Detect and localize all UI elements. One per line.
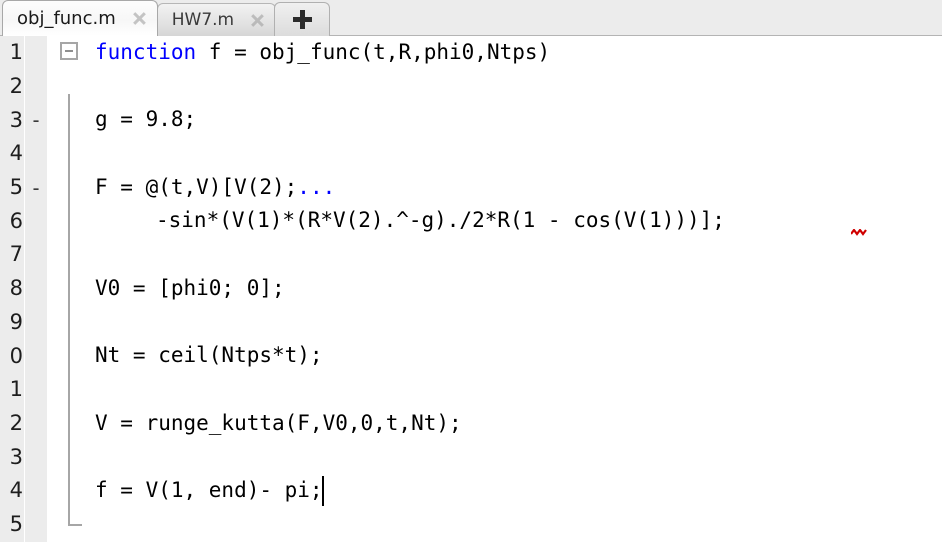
code-text: F = @(t,V)[V(2); (95, 174, 298, 199)
line-number: 3 (9, 107, 23, 132)
code-text: f = obj_func(t,R,phi0,Ntps) (196, 40, 551, 64)
matlab-editor-window: obj_func.m HW7.m 123456789012345 -- func… (0, 0, 942, 542)
close-icon[interactable] (132, 11, 147, 26)
execution-mark-row (25, 407, 47, 441)
tab-label: obj_func.m (17, 8, 116, 29)
line-number-row: 2 (0, 407, 24, 441)
code-line[interactable] (47, 440, 942, 474)
code-line[interactable]: V0 = [phi0; 0]; (47, 272, 942, 306)
line-number-row: 1 (0, 36, 24, 70)
code-text: f = V(1, end)- pi; (95, 477, 323, 502)
line-number-row: 4 (0, 137, 24, 171)
code-line[interactable] (47, 238, 942, 272)
code-line[interactable] (47, 306, 942, 340)
code-line[interactable]: Nt = ceil(Ntps*t); (47, 339, 942, 373)
line-number-row: 8 (0, 272, 24, 306)
execution-mark-row (25, 306, 47, 340)
code-line[interactable] (47, 373, 942, 407)
line-number: 1 (9, 40, 23, 65)
code-line[interactable]: function f = obj_func(t,R,phi0,Ntps) (47, 36, 942, 70)
line-continuation: ... (297, 174, 336, 199)
tab-obj-func-m[interactable]: obj_func.m (2, 0, 158, 36)
code-text-area[interactable]: function f = obj_func(t,R,phi0,Ntps)g = … (47, 36, 942, 542)
editor-tab-bar: obj_func.m HW7.m (0, 0, 942, 36)
code-editor[interactable]: 123456789012345 -- function f = obj_func… (0, 36, 942, 542)
line-number: 4 (9, 141, 23, 166)
execution-mark-row (25, 272, 47, 306)
tab-hw7-m[interactable]: HW7.m (156, 3, 277, 36)
line-number: 9 (9, 309, 23, 334)
line-number-column: 1 2 3 4 5 6 7 8 9 0 1 2 3 4 5 (0, 36, 24, 542)
line-number: 1 (9, 377, 23, 402)
code-line[interactable]: f = V(1, end)- pi; (47, 474, 942, 508)
line-number-row: 5 (0, 171, 24, 205)
line-number-row: 6 (0, 204, 24, 238)
execution-mark-row: - (25, 171, 47, 205)
line-number-row: 9 (0, 306, 24, 340)
line-number: 5 (9, 175, 23, 200)
execution-mark-row (25, 339, 47, 373)
execution-mark-row (25, 440, 47, 474)
execution-mark-row (25, 238, 47, 272)
execution-mark-row (25, 508, 47, 542)
executable-line-marker[interactable]: - (30, 110, 42, 130)
line-number: 8 (9, 276, 23, 301)
line-number: 7 (9, 242, 23, 267)
line-number: 0 (9, 343, 23, 368)
line-number: 4 (9, 478, 23, 503)
text-caret (321, 475, 324, 506)
editor-gutter: 123456789012345 -- (0, 36, 47, 542)
execution-mark-row (25, 137, 47, 171)
execution-mark-row (25, 373, 47, 407)
line-number: 3 (9, 444, 23, 469)
code-text: V = runge_kutta(F,V0,0,t,Nt); (95, 410, 462, 435)
tab-label: HW7.m (171, 10, 235, 30)
code-line[interactable] (47, 137, 942, 171)
code-line[interactable]: V = runge_kutta(F,V0,0,t,Nt); (47, 407, 942, 441)
code-line[interactable] (47, 70, 942, 104)
line-number: 5 (9, 511, 23, 536)
code-line[interactable]: -sin*(V(1)*(R*V(2).^-g)./2*R(1 - cos(V(1… (47, 204, 942, 238)
error-squiggle-icon (851, 229, 868, 237)
line-number: 2 (9, 410, 23, 435)
line-number-row: 5 (0, 508, 24, 542)
code-text: V0 = [phi0; 0]; (95, 275, 285, 300)
code-line[interactable]: g = 9.8; (47, 103, 942, 137)
execution-mark-row (25, 36, 47, 70)
execution-mark-row (25, 70, 47, 104)
code-line[interactable]: F = @(t,V)[V(2);... (47, 171, 942, 205)
line-number-row: 2 (0, 70, 24, 104)
execution-mark-row (25, 204, 47, 238)
line-number-row: 4 (0, 474, 24, 508)
close-icon[interactable] (250, 13, 265, 28)
execution-mark-row (25, 474, 47, 508)
line-number-row: 1 (0, 373, 24, 407)
executable-line-marker[interactable]: - (30, 178, 42, 198)
line-number-row: 0 (0, 339, 24, 373)
code-text: g = 9.8; (95, 107, 197, 132)
code-text: Nt = ceil(Ntps*t); (95, 343, 323, 368)
code-text: -sin*(V(1)*(R*V(2).^-g)./2*R(1 - cos(V(1… (156, 208, 725, 233)
code-line[interactable] (47, 508, 942, 542)
line-number: 2 (9, 74, 23, 99)
line-number: 6 (9, 208, 23, 233)
line-number-row: 3 (0, 103, 24, 137)
plus-icon (292, 10, 312, 29)
line-number-row: 3 (0, 440, 24, 474)
new-tab-button[interactable] (274, 2, 331, 36)
line-number-row: 7 (0, 238, 24, 272)
execution-mark-row: - (25, 103, 47, 137)
code-keyword: function (95, 40, 197, 64)
execution-mark-column: -- (25, 36, 47, 542)
